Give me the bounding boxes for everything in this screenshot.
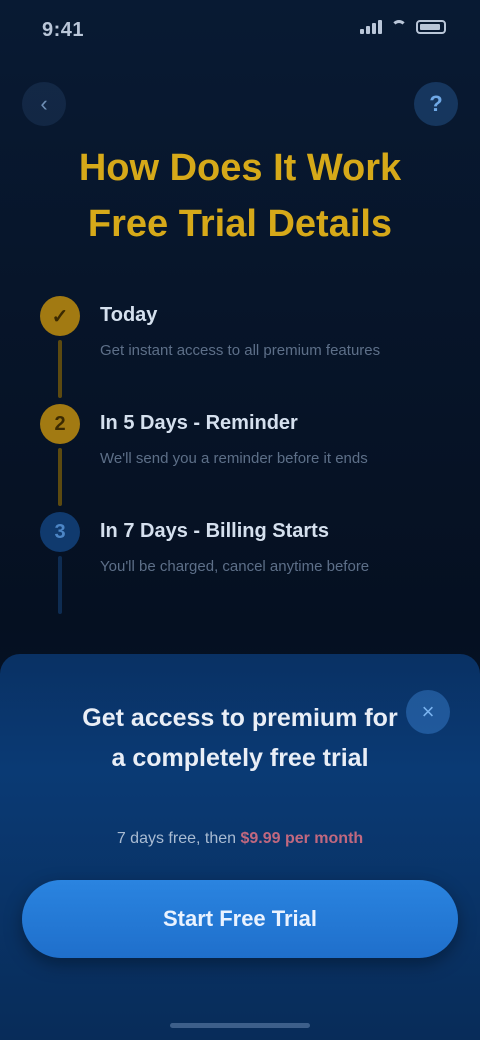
price-note-text: 7 days free, then (116, 830, 241, 847)
page-title: How Does It Work Free Trial Details (0, 140, 480, 252)
trial-screen: 9:41 ‹ ? How Does It Work Free Trial Det… (0, 0, 480, 1040)
step-3-description: You'll be charged, cancel anytime before (100, 558, 370, 575)
step-2-title: In 5 Days - Reminder (100, 412, 298, 434)
timeline-connector (58, 556, 62, 614)
status-icons (360, 20, 446, 34)
start-trial-button[interactable]: Start Free Trial (22, 880, 458, 958)
question-icon: ? (429, 91, 443, 116)
wifi-icon (390, 20, 408, 34)
signal-icon (360, 20, 382, 34)
price-link[interactable]: $9.99 per month (240, 830, 363, 847)
timeline-step-2: 2 In 5 Days - Reminder We'll send you a … (34, 396, 440, 506)
help-button[interactable]: ? (414, 82, 458, 126)
title-line-2: Free Trial Details (87, 203, 393, 245)
step-3-title: In 7 Days - Billing Starts (100, 520, 329, 542)
timeline-connector (58, 448, 62, 506)
step-1-description: Get instant access to all premium featur… (100, 342, 381, 359)
status-bar: 9:41 (0, 0, 480, 60)
timeline-step-3: 3 In 7 Days - Billing Starts You'll be c… (34, 504, 440, 614)
chevron-left-icon: ‹ (40, 91, 48, 116)
timeline-step-1: ✓ Today Get instant access to all premiu… (34, 288, 440, 398)
trial-offer-sheet: × Get access to premium for a completely… (0, 654, 480, 1040)
home-indicator (170, 1023, 310, 1028)
close-button[interactable]: × (406, 690, 450, 734)
step-2-description: We'll send you a reminder before it ends (100, 450, 368, 467)
step-1-badge: ✓ (40, 296, 80, 336)
battery-icon (416, 20, 446, 34)
step-3-badge: 3 (40, 512, 80, 552)
status-time: 9:41 (42, 19, 85, 41)
back-button[interactable]: ‹ (22, 82, 66, 126)
timeline-connector (58, 340, 62, 398)
title-line-1: How Does It Work (78, 147, 402, 189)
close-icon: × (421, 699, 435, 724)
trial-timeline: ✓ Today Get instant access to all premiu… (34, 288, 440, 614)
step-2-badge: 2 (40, 404, 80, 444)
price-note: 7 days free, then $9.99 per month (0, 830, 480, 848)
step-1-title: Today (100, 304, 158, 326)
offer-heading: Get access to premium for a completely f… (82, 704, 398, 772)
